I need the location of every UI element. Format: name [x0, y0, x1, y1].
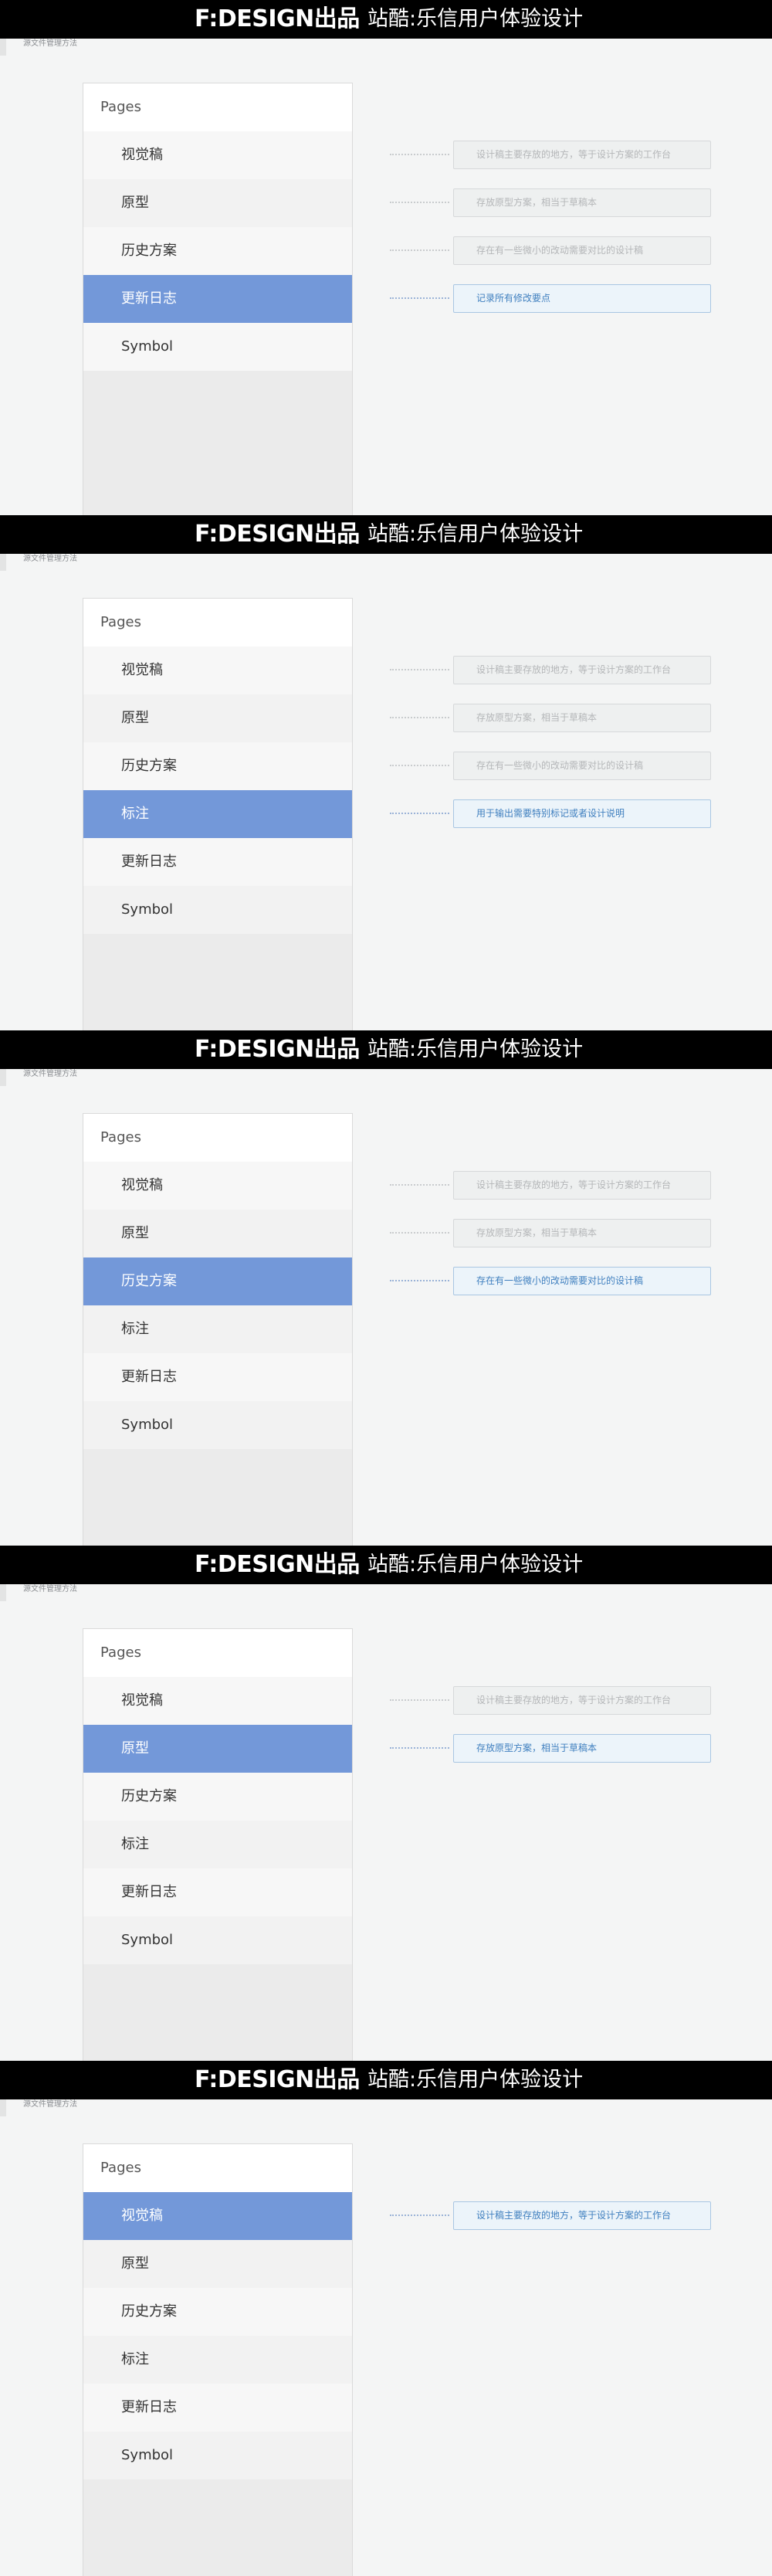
- pages-sidebar: Pages 视觉稿 原型 历史方案 标注 更新日志 Symbol: [83, 1628, 353, 2061]
- page-item[interactable]: Symbol: [83, 886, 352, 934]
- page-item[interactable]: 标注: [83, 790, 352, 838]
- annotation-note: 存放原型方案，相当于草稿本: [453, 188, 711, 217]
- connector-line: [390, 1184, 449, 1186]
- page-item[interactable]: 更新日志: [83, 1353, 352, 1401]
- screen-panel: F:DESIGN出品 站酷:乐信用户体验设计 源文件管理方法 Pages 视觉稿 原型 历史…: [0, 2061, 772, 2576]
- annotation-note: 存放原型方案，相当于草稿本: [453, 703, 711, 732]
- caption-marker: [0, 1069, 6, 1086]
- connector-line: [390, 202, 449, 203]
- banner-title: 站酷:乐信用户体验设计: [367, 7, 584, 31]
- connector-line: [390, 154, 449, 155]
- page-item[interactable]: 历史方案: [83, 1773, 352, 1821]
- top-banner: F:DESIGN出品 站酷:乐信用户体验设计: [0, 0, 772, 39]
- top-banner: F:DESIGN出品 站酷:乐信用户体验设计: [0, 1030, 772, 1069]
- connector-line: [390, 813, 449, 814]
- page-item[interactable]: 更新日志: [83, 275, 352, 323]
- panel-caption: 源文件管理方法: [23, 555, 77, 563]
- page-item[interactable]: 原型: [83, 1725, 352, 1773]
- page-item[interactable]: 历史方案: [83, 227, 352, 275]
- panel-caption: 源文件管理方法: [23, 1070, 77, 1078]
- page-item[interactable]: 更新日志: [83, 838, 352, 886]
- page-item[interactable]: 标注: [83, 1821, 352, 1868]
- connector-line: [390, 669, 449, 670]
- annotation-note: 设计稿主要存放的地方，等于设计方案的工作台: [453, 140, 711, 169]
- top-banner: F:DESIGN出品 站酷:乐信用户体验设计: [0, 515, 772, 554]
- page-root: F:DESIGN出品 站酷:乐信用户体验设计 源文件管理方法 Pages 视觉稿 原型 历史…: [0, 0, 772, 2576]
- page-item[interactable]: Symbol: [83, 1401, 352, 1449]
- pages-header: Pages: [83, 83, 352, 131]
- page-item[interactable]: 更新日志: [83, 2384, 352, 2432]
- page-item[interactable]: 历史方案: [83, 2288, 352, 2336]
- annotation-note: 设计稿主要存放的地方，等于设计方案的工作台: [453, 1685, 711, 1715]
- banner-title: 站酷:乐信用户体验设计: [367, 1037, 584, 1061]
- connector-line: [390, 1232, 449, 1234]
- connector-line: [390, 1747, 449, 1749]
- screen-panel: F:DESIGN出品 站酷:乐信用户体验设计 源文件管理方法 Pages 视觉稿 原型 历史…: [0, 515, 772, 1030]
- pages-sidebar: Pages 视觉稿 原型 历史方案 更新日志 Symbol: [83, 83, 353, 515]
- page-item[interactable]: 视觉稿: [83, 1677, 352, 1725]
- pages-sidebar: Pages 视觉稿 原型 历史方案 标注 更新日志 Symbol: [83, 598, 353, 1030]
- screen-panel: F:DESIGN出品 站酷:乐信用户体验设计 源文件管理方法 Pages 视觉稿 原型 历史…: [0, 0, 772, 515]
- page-item[interactable]: 历史方案: [83, 742, 352, 790]
- panel-caption: 源文件管理方法: [23, 39, 77, 48]
- brand-logo: F:DESIGN出品: [195, 1036, 360, 1063]
- page-item[interactable]: Symbol: [83, 323, 352, 371]
- annotation-note: 记录所有修改要点: [453, 283, 711, 313]
- annotation-note: 存放原型方案，相当于草稿本: [453, 1218, 711, 1247]
- annotation-note: 设计稿主要存放的地方，等于设计方案的工作台: [453, 655, 711, 684]
- page-item[interactable]: 视觉稿: [83, 2192, 352, 2240]
- connector-line: [390, 717, 449, 718]
- page-item[interactable]: 视觉稿: [83, 1162, 352, 1210]
- brand-logo: F:DESIGN出品: [195, 5, 360, 32]
- page-item[interactable]: 原型: [83, 179, 352, 227]
- page-item[interactable]: 视觉稿: [83, 131, 352, 179]
- panel-caption: 源文件管理方法: [23, 1585, 77, 1593]
- page-item[interactable]: 标注: [83, 2336, 352, 2384]
- annotation-note: 用于输出需要特别标记或者设计说明: [453, 799, 711, 828]
- screen-panel: F:DESIGN出品 站酷:乐信用户体验设计 源文件管理方法 Pages 视觉稿 原型 历史…: [0, 1030, 772, 1546]
- pages-header: Pages: [83, 2144, 352, 2192]
- caption-marker: [0, 1584, 6, 1601]
- pages-sidebar: Pages 视觉稿 原型 历史方案 标注 更新日志 Symbol: [83, 2143, 353, 2576]
- page-item[interactable]: 历史方案: [83, 1257, 352, 1305]
- brand-logo: F:DESIGN出品: [195, 521, 360, 548]
- brand-logo: F:DESIGN出品: [195, 1551, 360, 1578]
- pages-header: Pages: [83, 599, 352, 647]
- top-banner: F:DESIGN出品 站酷:乐信用户体验设计: [0, 2061, 772, 2099]
- annotation-note: 设计稿主要存放的地方，等于设计方案的工作台: [453, 1170, 711, 1200]
- page-item[interactable]: 视觉稿: [83, 647, 352, 694]
- pages-sidebar: Pages 视觉稿 原型 历史方案 标注 更新日志 Symbol: [83, 1113, 353, 1546]
- page-item[interactable]: 原型: [83, 694, 352, 742]
- annotation-note: 存在有一些微小的改动需要对比的设计稿: [453, 1266, 711, 1295]
- annotation-note: 存在有一些微小的改动需要对比的设计稿: [453, 236, 711, 265]
- connector-line: [390, 1280, 449, 1281]
- banner-title: 站酷:乐信用户体验设计: [367, 522, 584, 546]
- annotation-note: 设计稿主要存放的地方，等于设计方案的工作台: [453, 2201, 711, 2230]
- banner-title: 站酷:乐信用户体验设计: [367, 1553, 584, 1576]
- pages-header: Pages: [83, 1114, 352, 1162]
- caption-marker: [0, 39, 6, 56]
- connector-line: [390, 249, 449, 251]
- page-item[interactable]: 标注: [83, 1305, 352, 1353]
- page-item[interactable]: 更新日志: [83, 1868, 352, 1916]
- caption-marker: [0, 2099, 6, 2116]
- connector-line: [390, 1699, 449, 1701]
- page-item[interactable]: Symbol: [83, 1916, 352, 1964]
- screen-panel: F:DESIGN出品 站酷:乐信用户体验设计 源文件管理方法 Pages 视觉稿 原型 历史…: [0, 1546, 772, 2061]
- pages-header: Pages: [83, 1629, 352, 1677]
- page-item[interactable]: 原型: [83, 2240, 352, 2288]
- annotation-note: 存放原型方案，相当于草稿本: [453, 1733, 711, 1763]
- panel-caption: 源文件管理方法: [23, 2100, 77, 2109]
- annotation-note: 存在有一些微小的改动需要对比的设计稿: [453, 751, 711, 780]
- caption-marker: [0, 554, 6, 571]
- page-item[interactable]: Symbol: [83, 2432, 352, 2479]
- connector-line: [390, 765, 449, 766]
- page-item[interactable]: 原型: [83, 1210, 352, 1257]
- top-banner: F:DESIGN出品 站酷:乐信用户体验设计: [0, 1546, 772, 1584]
- banner-title: 站酷:乐信用户体验设计: [367, 2068, 584, 2092]
- connector-line: [390, 2215, 449, 2216]
- connector-line: [390, 297, 449, 299]
- brand-logo: F:DESIGN出品: [195, 2066, 360, 2093]
